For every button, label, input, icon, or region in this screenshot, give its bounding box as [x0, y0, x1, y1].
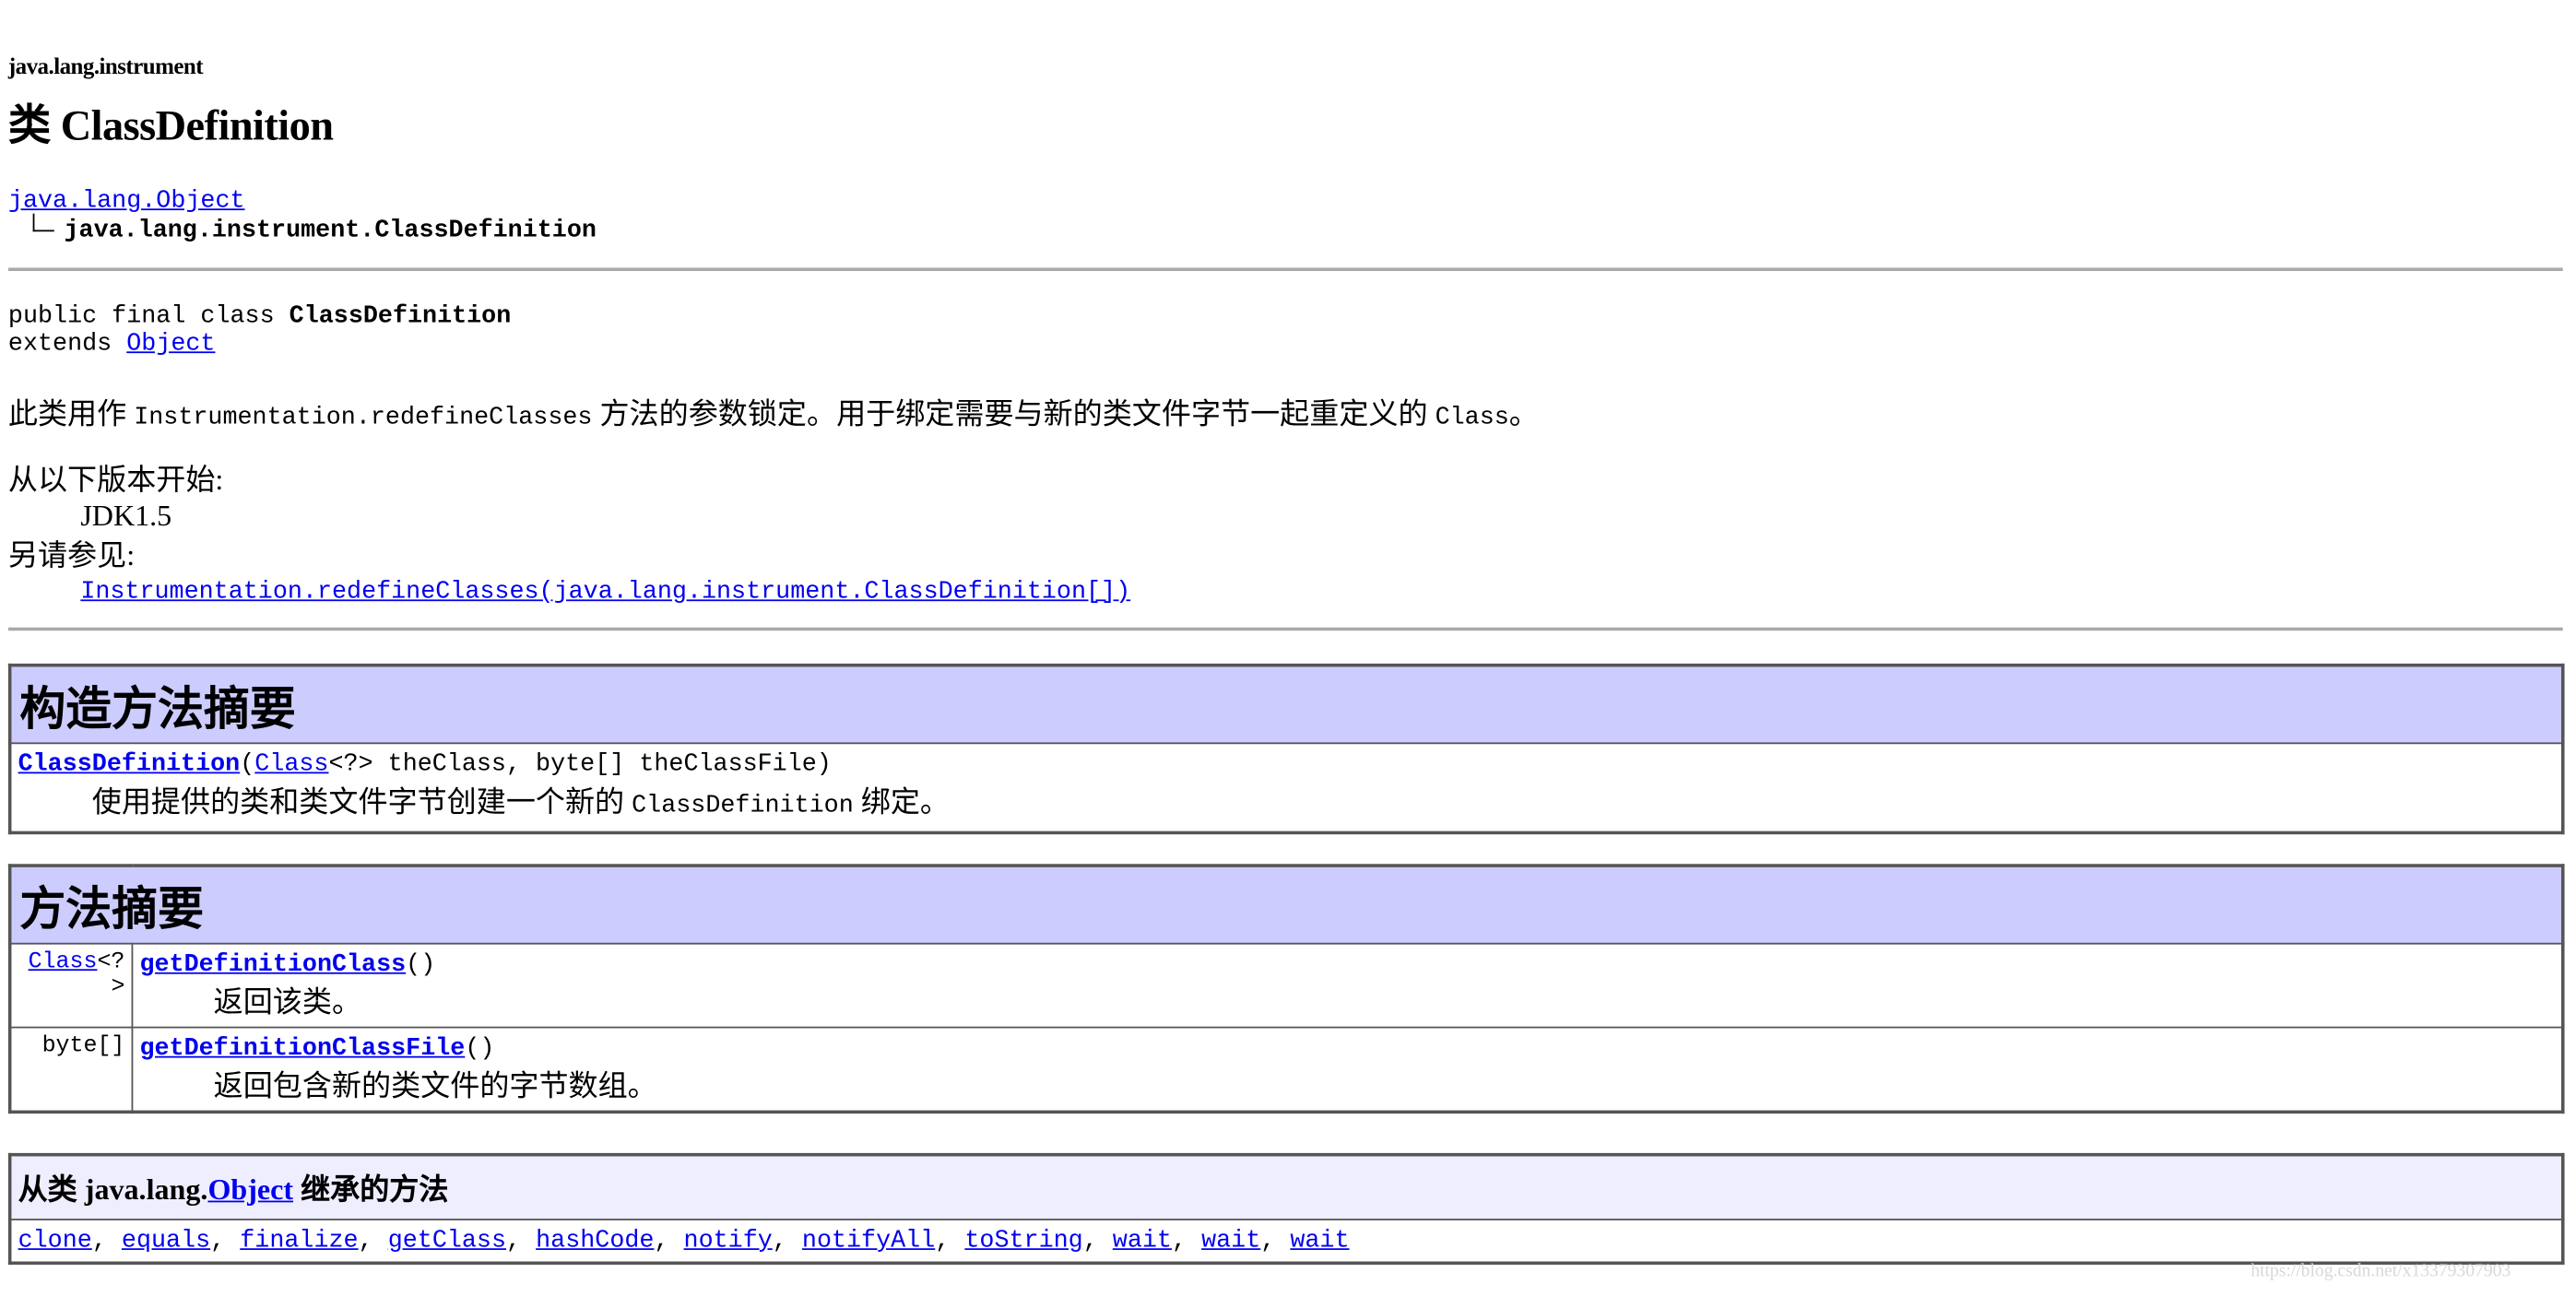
constructor-signature: ClassDefinition(Class<?> theClass, byte[…: [18, 749, 2555, 783]
signature-text: <?> theClass, byte[] theClassFile): [328, 750, 832, 779]
method-link-get-definition-class-file[interactable]: getDefinitionClassFile: [139, 1035, 465, 1063]
package-name: java.lang.instrument: [7, 55, 204, 81]
hierarchy-current: java.lang.instrument.ClassDefinition: [32, 213, 597, 245]
inherited-object-link[interactable]: Object: [207, 1172, 293, 1206]
heading-text: 从类 java.lang.: [18, 1172, 208, 1206]
constructor-link[interactable]: ClassDefinition: [18, 750, 241, 778]
declaration-class-name: ClassDefinition: [289, 301, 512, 331]
inherited-method-link[interactable]: wait: [1113, 1227, 1172, 1255]
signature-text: (): [465, 1034, 495, 1063]
table-row: Class<? > getDefinitionClass() 返回该类。: [8, 942, 2564, 1029]
inherited-method-link[interactable]: notifyAll: [802, 1227, 935, 1255]
constructor-summary-table: 构造方法摘要 ClassDefinition(Class<?> theClass…: [7, 663, 2565, 835]
javadoc-page: java.lang.instrument 类 ClassDefinition j…: [0, 0, 2576, 1296]
method-link-get-definition-class[interactable]: getDefinitionClass: [139, 951, 406, 979]
class-declaration: public final class ClassDefinition exten…: [8, 302, 511, 359]
signature-text: (): [406, 950, 436, 980]
table-row: byte[] getDefinitionClassFile() 返回包含新的类文…: [8, 1026, 2564, 1113]
class-description: 此类用作 Instrumentation.redefineClasses 方法的…: [8, 391, 1539, 433]
declaration-modifiers: public final class: [7, 301, 290, 331]
inherited-method-link[interactable]: toString: [964, 1227, 1082, 1255]
description-text: 。: [1508, 397, 1539, 430]
inherited-method-link[interactable]: wait: [1290, 1227, 1349, 1255]
method-return-type: Class<? >: [8, 942, 134, 1029]
inherited-method-link[interactable]: notify: [684, 1227, 773, 1255]
inherited-method-link[interactable]: clone: [18, 1227, 92, 1255]
inherited-methods-heading: 从类 java.lang.Object 继承的方法: [8, 1153, 2564, 1220]
see-also-link[interactable]: Instrumentation.redefineClasses(java.lan…: [80, 578, 1130, 606]
hierarchy-parent: java.lang.Object: [8, 187, 245, 215]
extends-object-link[interactable]: Object: [126, 330, 215, 358]
method-cell: getDefinitionClassFile() 返回包含新的类文件的字节数组。: [131, 1026, 2564, 1113]
heading-text: 继承的方法: [293, 1172, 449, 1206]
description-code: Instrumentation.redefineClasses: [134, 404, 593, 432]
method-summary-table: 方法摘要 Class<? > getDefinitionClass() 返回该类。…: [7, 864, 2565, 1114]
tree-branch-icon: [32, 213, 54, 232]
inherited-method-link[interactable]: equals: [122, 1227, 210, 1255]
declaration-extends: extends: [7, 330, 127, 359]
constructor-description: 使用提供的类和类文件字节创建一个新的 ClassDefinition 绑定。: [18, 782, 2555, 826]
constructor-summary-heading: 构造方法摘要: [8, 664, 2564, 745]
table-row: ClassDefinition(Class<?> theClass, byte[…: [8, 742, 2564, 834]
page-title: 类 ClassDefinition: [7, 101, 334, 150]
class-type-link[interactable]: Class: [29, 949, 98, 976]
description-text: 方法的参数锁定。用于绑定需要与新的类文件字节一起重定义的: [592, 397, 1436, 430]
separator: [7, 627, 2563, 631]
description-text: 此类用作: [7, 397, 135, 430]
description-text: 绑定。: [853, 784, 950, 819]
method-description: 返回该类。: [213, 985, 362, 1019]
type-text: <?: [97, 948, 125, 976]
separator: [7, 267, 2563, 272]
method-cell: getDefinitionClass() 返回该类。: [131, 942, 2564, 1029]
description-code: ClassDefinition: [632, 791, 854, 820]
description-code: Class: [1435, 404, 1509, 432]
inherited-method-link[interactable]: wait: [1201, 1227, 1260, 1255]
see-also-item: Instrumentation.redefineClasses(java.lan…: [8, 573, 1130, 613]
method-return-type: byte[]: [8, 1026, 134, 1113]
watermark: https://blog.csdn.net/x13379307903: [2251, 1261, 2511, 1281]
current-class-name: java.lang.instrument.ClassDefinition: [64, 217, 597, 245]
class-tags: 从以下版本开始: JDK1.5 另请参见: Instrumentation.re…: [8, 462, 1130, 613]
method-signature: getDefinitionClass(): [139, 949, 2554, 983]
inherited-methods-list: clone, equals, finalize, getClass, hashC…: [8, 1219, 2564, 1265]
method-summary-heading: 方法摘要: [8, 865, 2564, 945]
method-signature: getDefinitionClassFile(): [139, 1033, 2554, 1066]
signature-text: (: [240, 750, 255, 779]
table-row: clone, equals, finalize, getClass, hashC…: [8, 1219, 2564, 1265]
class-type-link[interactable]: Class: [254, 750, 328, 778]
description-text: 使用提供的类和类文件字节创建一个新的: [91, 784, 632, 819]
see-also-label: 另请参见:: [7, 538, 136, 572]
object-class-link[interactable]: java.lang.Object: [8, 187, 245, 215]
since-label: 从以下版本开始:: [7, 463, 224, 497]
type-text: >: [111, 973, 125, 1001]
inherited-method-link[interactable]: getClass: [388, 1227, 506, 1255]
method-description: 返回包含新的类文件的字节数组。: [213, 1069, 657, 1102]
inherited-method-link[interactable]: finalize: [240, 1227, 358, 1255]
since-value: JDK1.5: [80, 499, 172, 533]
inherited-methods-table: 从类 java.lang.Object 继承的方法 clone, equals,…: [7, 1152, 2565, 1266]
constructor-cell: ClassDefinition(Class<?> theClass, byte[…: [8, 742, 2564, 834]
inherited-method-link[interactable]: hashCode: [536, 1227, 654, 1255]
